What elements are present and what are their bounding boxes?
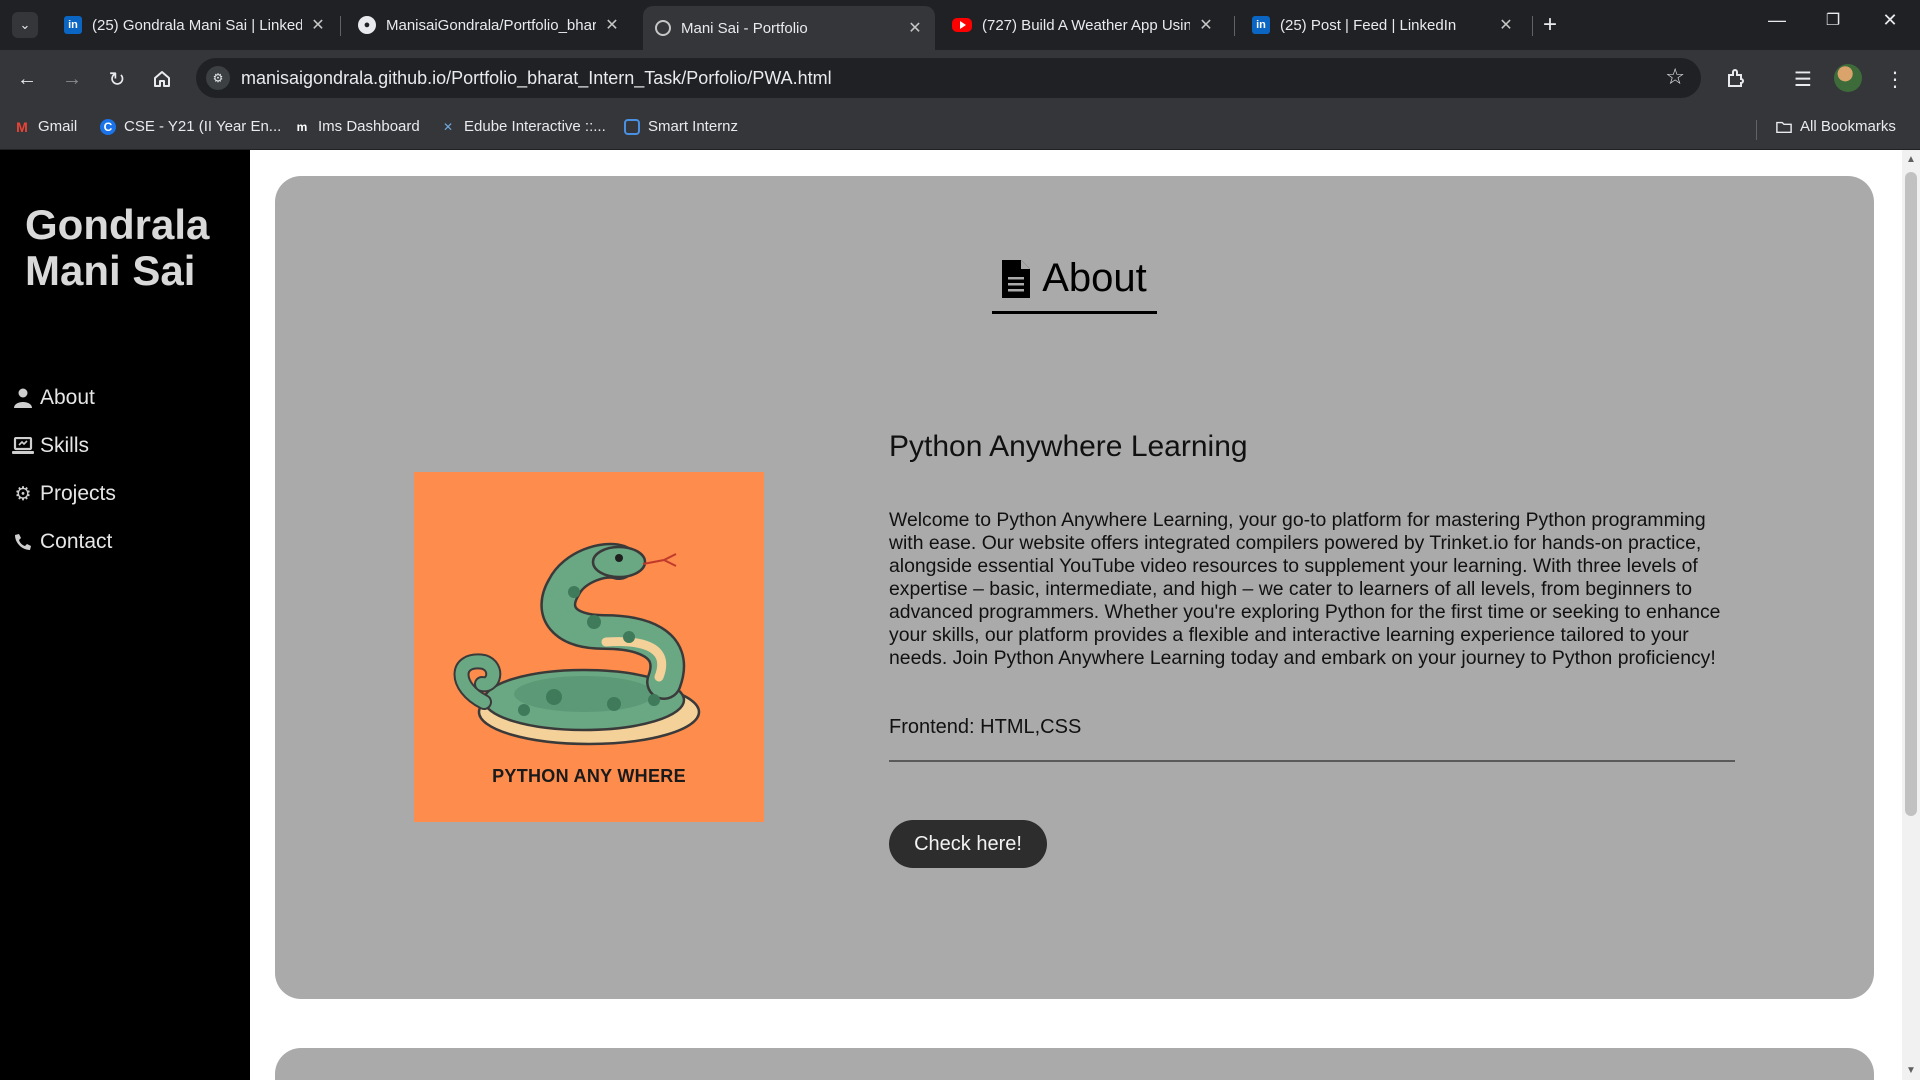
address-bar[interactable]: ⚙ manisaigondrala.github.io/Portfolio_bh… <box>196 58 1701 98</box>
scroll-down-arrow[interactable]: ▼ <box>1906 1065 1916 1076</box>
c-logo-icon: C <box>100 118 116 135</box>
tab-title: Mani Sai - Portfolio <box>681 19 808 37</box>
section-header: About <box>275 256 1874 314</box>
bookmark-label: Ims Dashboard <box>318 118 420 135</box>
bookmark-gmail[interactable]: M Gmail <box>14 118 77 135</box>
profile-avatar[interactable] <box>1834 64 1862 92</box>
close-icon[interactable]: ✕ <box>310 15 326 35</box>
tab-separator <box>1234 16 1235 36</box>
nav-item-about[interactable]: About <box>12 374 116 422</box>
close-icon[interactable]: ✕ <box>1198 15 1214 35</box>
section-title-text: About <box>1042 256 1147 300</box>
all-bookmarks-button[interactable]: All Bookmarks <box>1776 118 1896 135</box>
user-icon <box>12 388 34 408</box>
tab-portfolio[interactable]: Mani Sai - Portfolio ✕ <box>643 6 935 50</box>
project-tech-stack: Frontend: HTML,CSS <box>889 716 1082 738</box>
reload-button[interactable]: ↻ <box>102 64 132 94</box>
next-section-card <box>275 1048 1874 1080</box>
close-window-button[interactable]: ✕ <box>1870 10 1910 31</box>
check-here-button[interactable]: Check here! <box>889 820 1047 868</box>
bookmark-label: All Bookmarks <box>1800 118 1896 135</box>
browser-toolbar: ← → ↻ ⚙ manisaigondrala.github.io/Portfo… <box>0 50 1920 108</box>
bookmarks-separator <box>1756 120 1757 140</box>
home-button[interactable] <box>147 64 177 94</box>
bookmark-smart-internz[interactable]: Smart Internz <box>624 118 738 135</box>
tab-search-button[interactable]: ⌄ <box>12 12 38 38</box>
github-icon: ● <box>358 16 376 34</box>
restore-button[interactable]: ❐ <box>1813 10 1853 30</box>
linkedin-icon: in <box>1252 16 1270 34</box>
bookmark-label: Smart Internz <box>648 118 739 135</box>
home-icon <box>154 71 170 87</box>
section-title: About <box>992 256 1157 314</box>
bookmark-cse[interactable]: C CSE - Y21 (II Year En... <box>100 118 281 135</box>
gmail-icon: M <box>16 118 28 135</box>
nav-item-projects[interactable]: ⚙ Projects <box>12 470 116 518</box>
nav-label: Contact <box>40 530 113 553</box>
linkedin-icon: in <box>64 16 82 34</box>
scroll-up-arrow[interactable]: ▲ <box>1906 154 1916 165</box>
sidebar-nav: About Skills ⚙ Projects Contact <box>12 374 116 566</box>
edube-icon: ✕ <box>442 119 454 134</box>
bookmarks-bar: M Gmail C CSE - Y21 (II Year En... m Ims… <box>0 108 1920 150</box>
bookmark-star-icon[interactable]: ☆ <box>1665 64 1685 90</box>
close-icon[interactable]: ✕ <box>1498 15 1514 35</box>
tab-separator <box>340 16 341 36</box>
nav-item-skills[interactable]: Skills <box>12 422 116 470</box>
tab-title: ManisaiGondrala/Portfolio_bharat_Intern_… <box>386 16 596 34</box>
url-text[interactable]: manisaigondrala.github.io/Portfolio_bhar… <box>241 68 832 89</box>
bookmark-edube[interactable]: ✕ Edube Interactive ::... <box>440 118 606 135</box>
media-control-icon[interactable]: ☰ <box>1788 64 1818 94</box>
extensions-icon[interactable] <box>1721 64 1751 94</box>
bookmark-label: CSE - Y21 (II Year En... <box>124 118 282 135</box>
phone-icon <box>12 533 34 551</box>
tab-separator <box>1532 16 1533 36</box>
tab-title: (25) Gondrala Mani Sai | LinkedIn <box>92 16 302 34</box>
project-image-caption: PYTHON ANY WHERE <box>492 766 686 786</box>
about-card: About PYTHON ANY WHERE Python Anywhere L… <box>275 176 1874 999</box>
ims-icon: m <box>296 119 308 134</box>
smart-internz-icon <box>624 118 640 135</box>
tab-linkedin-feed[interactable]: in (25) Post | Feed | LinkedIn ✕ <box>1240 8 1526 42</box>
tab-linkedin-profile[interactable]: in (25) Gondrala Mani Sai | LinkedIn ✕ <box>52 8 338 42</box>
nav-label: About <box>40 386 95 409</box>
divider <box>889 760 1735 762</box>
close-icon[interactable]: ✕ <box>907 18 923 38</box>
laptop-icon <box>12 437 34 455</box>
chrome-menu-icon[interactable]: ⋮ <box>1880 64 1910 94</box>
nav-label: Projects <box>40 482 116 505</box>
project-image: PYTHON ANY WHERE <box>414 472 764 822</box>
globe-icon <box>655 20 671 36</box>
page-viewport: Gondrala Mani Sai About Skills ⚙ Project… <box>0 150 1920 1080</box>
tab-youtube[interactable]: (727) Build A Weather App Using JavaScri… <box>940 8 1226 42</box>
tab-strip: ⌄ in (25) Gondrala Mani Sai | LinkedIn ✕… <box>0 0 1920 50</box>
gear-icon: ⚙ <box>14 483 32 505</box>
sidebar: Gondrala Mani Sai About Skills ⚙ Project… <box>0 150 250 1080</box>
tab-title: (727) Build A Weather App Using JavaScri… <box>982 16 1190 34</box>
new-tab-button[interactable]: + <box>1543 12 1557 38</box>
scroll-thumb[interactable] <box>1905 172 1917 816</box>
project-description: Welcome to Python Anywhere Learning, you… <box>889 509 1721 669</box>
bookmark-ims[interactable]: m Ims Dashboard <box>294 118 420 135</box>
site-brand: Gondrala Mani Sai <box>25 201 210 294</box>
back-button[interactable]: ← <box>12 64 42 94</box>
document-icon <box>1002 259 1031 298</box>
nav-label: Skills <box>40 434 90 457</box>
page-scrollbar[interactable]: ▲ ▼ <box>1902 150 1920 1080</box>
project-title: Python Anywhere Learning <box>889 430 1248 463</box>
close-icon[interactable]: ✕ <box>604 15 620 35</box>
forward-button[interactable]: → <box>57 64 87 94</box>
bookmark-label: Edube Interactive ::... <box>464 118 606 135</box>
tab-title: (25) Post | Feed | LinkedIn <box>1280 16 1457 34</box>
site-info-icon[interactable]: ⚙ <box>206 66 230 90</box>
youtube-icon <box>952 18 972 32</box>
folder-icon <box>1776 119 1792 135</box>
minimize-button[interactable]: — <box>1757 10 1797 31</box>
bookmark-label: Gmail <box>38 118 78 135</box>
tab-github[interactable]: ● ManisaiGondrala/Portfolio_bharat_Inter… <box>346 8 632 42</box>
nav-item-contact[interactable]: Contact <box>12 518 116 566</box>
